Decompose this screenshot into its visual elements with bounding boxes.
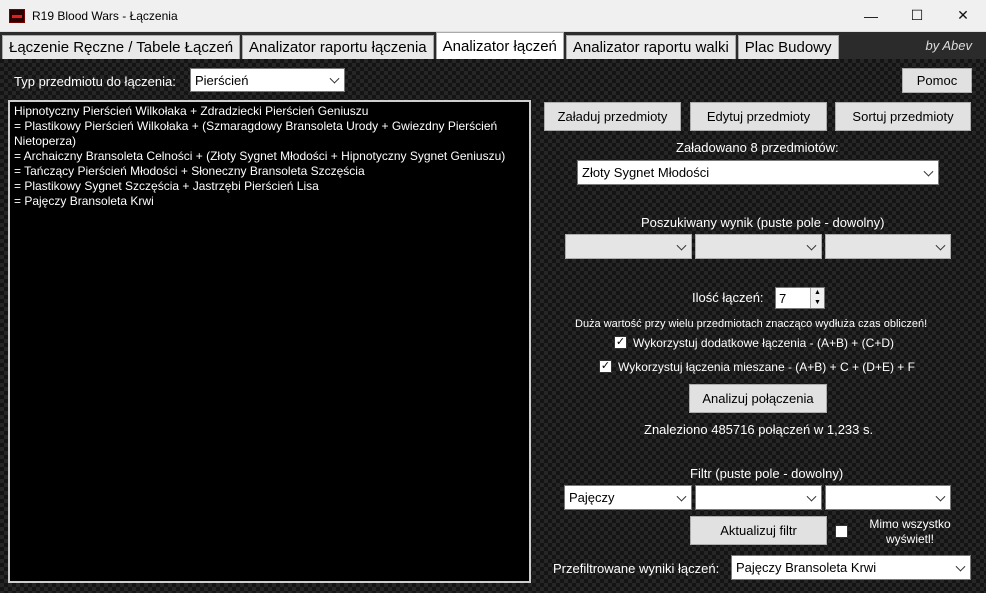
edit-items-button[interactable]: Edytuj przedmioty: [690, 102, 827, 131]
window-title: R19 Blood Wars - Łączenia: [32, 8, 178, 23]
analyze-button[interactable]: Analizuj połączenia: [689, 384, 827, 413]
filter-select-3[interactable]: [825, 485, 951, 510]
result-line: Hipnotyczny Pierścień Wilkołaka + Zdradz…: [14, 104, 369, 118]
close-icon[interactable]: ✕: [940, 0, 986, 31]
show-anyway-checkbox[interactable]: [835, 525, 848, 538]
maximize-icon[interactable]: ☐: [894, 0, 940, 31]
spin-down-icon[interactable]: ▼: [811, 298, 824, 308]
app-icon: [9, 8, 25, 23]
item-type-value: Pierścień: [195, 72, 249, 88]
minimize-icon[interactable]: —: [848, 0, 894, 31]
loaded-items-select[interactable]: Złoty Sygnet Młodości: [577, 160, 939, 185]
mixed-combinations-label: Wykorzystuj łączenia mieszane - (A+B) + …: [618, 360, 915, 374]
count-stepper[interactable]: 7 ▲ ▼: [775, 287, 825, 309]
filter-value-1: Pajęczy: [569, 490, 615, 505]
chevron-down-icon: [329, 73, 340, 84]
tab-construction-site[interactable]: Plac Budowy: [737, 35, 839, 59]
show-anyway-label: Mimo wszystko wyświetl!: [869, 517, 951, 546]
tab-manual-combining[interactable]: Łączenie Ręczne / Tabele Łączeń: [2, 35, 241, 59]
chevron-down-icon: [935, 491, 946, 502]
chevron-down-icon: [676, 240, 687, 251]
chevron-down-icon: [806, 240, 817, 251]
count-value: 7: [779, 290, 787, 306]
filter-select-2[interactable]: [695, 485, 822, 510]
chevron-down-icon: [806, 491, 817, 502]
result-line: = Pajęczy Bransoleta Krwi: [14, 194, 154, 208]
tab-combination-analyzer[interactable]: Analizator łączeń: [435, 32, 564, 59]
analyzer-panel: Typ przedmiotu do łączenia: Pierścień Po…: [0, 59, 986, 593]
mixed-combinations-checkbox[interactable]: ✓: [599, 360, 612, 373]
sort-items-button[interactable]: Sortuj przedmioty: [835, 102, 971, 131]
chevron-down-icon: [923, 166, 934, 177]
spin-up-icon[interactable]: ▲: [811, 288, 824, 298]
result-line: = Tańczący Pierścień Młodości + Słoneczn…: [14, 164, 365, 178]
load-items-button[interactable]: Załaduj przedmioty: [544, 102, 681, 131]
search-select-3[interactable]: [825, 234, 951, 259]
count-label: Ilość łączeń:: [692, 290, 764, 305]
results-textarea[interactable]: Hipnotyczny Pierścień Wilkołaka + Zdradz…: [8, 100, 531, 583]
item-type-label: Typ przedmiotu do łączenia:: [14, 74, 176, 89]
tab-combine-report-analyzer[interactable]: Analizator raportu łączenia: [242, 35, 434, 59]
search-label: Poszukiwany wynik (puste pole - dowolny): [641, 215, 885, 230]
filtered-results-select[interactable]: Pajęczy Bransoleta Krwi: [731, 555, 971, 580]
title-bar: R19 Blood Wars - Łączenia — ☐ ✕: [0, 0, 986, 32]
tab-battle-report-analyzer[interactable]: Analizator raportu walki: [565, 35, 736, 59]
chevron-down-icon: [676, 491, 687, 502]
tab-bar: Łączenie Ręczne / Tabele Łączeń Analizat…: [0, 32, 986, 59]
loaded-status: Załadowano 8 przedmiotów:: [676, 140, 839, 155]
filter-select-1[interactable]: Pajęczy: [564, 485, 692, 510]
author-label: by Abev: [925, 38, 973, 53]
filtered-result-value: Pajęczy Bransoleta Krwi: [736, 560, 877, 575]
result-line: = Plastikowy Sygnet Szczęścia + Jastrzęb…: [14, 179, 319, 193]
result-line: = Archaiczny Bransoleta Celności + (Złot…: [14, 149, 506, 163]
chevron-down-icon: [955, 561, 966, 572]
result-line: = Plastikowy Pierścień Wilkołaka + (Szma…: [14, 119, 501, 148]
filtered-results-label: Przefiltrowane wyniki łączeń:: [553, 561, 720, 576]
search-select-2[interactable]: [695, 234, 822, 259]
performance-warning: Duża wartość przy wielu przedmiotach zna…: [575, 318, 928, 330]
update-filter-button[interactable]: Aktualizuj filtr: [690, 516, 827, 545]
extra-combinations-label: Wykorzystuj dodatkowe łączenia - (A+B) +…: [633, 336, 894, 350]
help-button[interactable]: Pomoc: [902, 68, 972, 93]
extra-combinations-checkbox[interactable]: ✓: [614, 336, 627, 349]
item-type-select[interactable]: Pierścień: [190, 68, 345, 92]
loaded-item-value: Złoty Sygnet Młodości: [582, 165, 710, 180]
found-status: Znaleziono 485716 połączeń w 1,233 s.: [644, 422, 874, 437]
chevron-down-icon: [935, 240, 946, 251]
filter-label: Filtr (puste pole - dowolny): [690, 466, 844, 481]
search-select-1[interactable]: [565, 234, 692, 259]
